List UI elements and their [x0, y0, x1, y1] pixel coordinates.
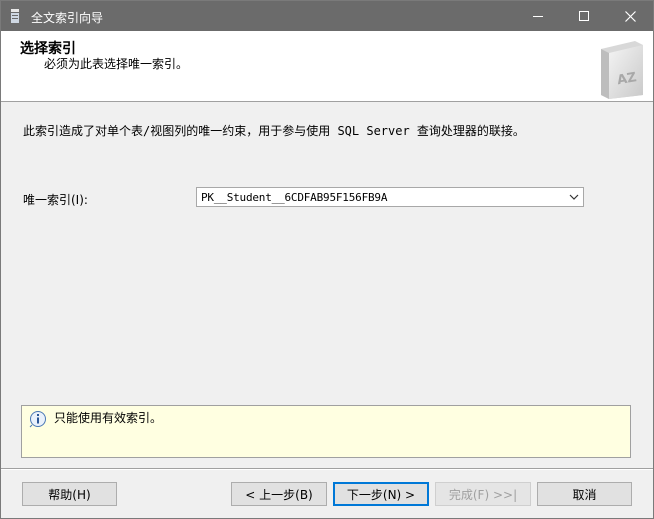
minimize-icon — [533, 16, 543, 17]
az-book-icon: AZ — [601, 41, 643, 99]
help-button[interactable]: 帮助(H) — [22, 482, 117, 506]
title-bar[interactable]: 全文索引向导 — [1, 1, 653, 31]
description-text: 此索引造成了对单个表/视图列的唯一约束，用于参与使用 SQL Server 查询… — [23, 124, 525, 138]
unique-index-value: PK__Student__6CDFAB95F156FB9A — [201, 191, 388, 204]
app-icon — [11, 9, 19, 23]
minimize-button[interactable] — [515, 1, 561, 31]
maximize-icon — [579, 11, 589, 21]
page-subtitle: 必须为此表选择唯一索引。 — [44, 57, 189, 71]
back-button[interactable]: < 上一步(B) — [231, 482, 327, 506]
info-icon — [29, 411, 46, 428]
close-icon — [624, 10, 636, 22]
chevron-down-icon — [569, 194, 579, 200]
info-panel: 只能使用有效索引。 — [21, 405, 631, 458]
window-title: 全文索引向导 — [31, 11, 104, 25]
finish-button[interactable]: 完成(F) >>| — [435, 482, 531, 506]
footer-divider — [1, 468, 653, 470]
info-text: 只能使用有效索引。 — [54, 411, 163, 425]
wizard-window: 全文索引向导 选择索引 必须为此表选择唯一索引。 AZ 此索引造成了对单个表/视… — [0, 0, 654, 519]
unique-index-select[interactable]: PK__Student__6CDFAB95F156FB9A — [196, 187, 584, 207]
cancel-button[interactable]: 取消 — [537, 482, 632, 506]
next-button[interactable]: 下一步(N) > — [333, 482, 429, 506]
wizard-header: 选择索引 必须为此表选择唯一索引。 AZ — [1, 31, 653, 102]
unique-index-label: 唯一索引(I): — [23, 193, 88, 207]
maximize-button[interactable] — [561, 1, 607, 31]
close-button[interactable] — [607, 1, 653, 31]
